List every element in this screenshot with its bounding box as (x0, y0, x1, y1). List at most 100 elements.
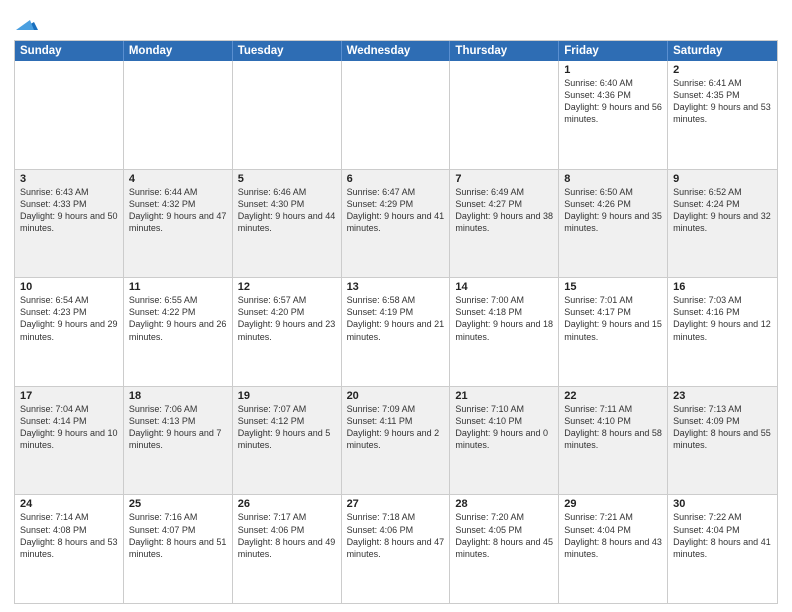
day-info: Sunrise: 6:50 AM Sunset: 4:26 PM Dayligh… (564, 186, 662, 235)
calendar-header-row: SundayMondayTuesdayWednesdayThursdayFrid… (15, 41, 777, 61)
day-cell-18: 18Sunrise: 7:06 AM Sunset: 4:13 PM Dayli… (124, 387, 233, 495)
day-cell-19: 19Sunrise: 7:07 AM Sunset: 4:12 PM Dayli… (233, 387, 342, 495)
day-cell-17: 17Sunrise: 7:04 AM Sunset: 4:14 PM Dayli… (15, 387, 124, 495)
weekday-header-sunday: Sunday (15, 41, 124, 61)
day-cell-22: 22Sunrise: 7:11 AM Sunset: 4:10 PM Dayli… (559, 387, 668, 495)
day-cell-13: 13Sunrise: 6:58 AM Sunset: 4:19 PM Dayli… (342, 278, 451, 386)
day-number: 8 (564, 173, 662, 185)
empty-cell-0-2 (233, 61, 342, 169)
day-number: 4 (129, 173, 227, 185)
day-number: 14 (455, 281, 553, 293)
day-number: 2 (673, 64, 772, 76)
calendar: SundayMondayTuesdayWednesdayThursdayFrid… (14, 40, 778, 604)
day-number: 25 (129, 498, 227, 510)
weekday-header-wednesday: Wednesday (342, 41, 451, 61)
calendar-row-3: 10Sunrise: 6:54 AM Sunset: 4:23 PM Dayli… (15, 278, 777, 387)
day-number: 21 (455, 390, 553, 402)
day-info: Sunrise: 6:52 AM Sunset: 4:24 PM Dayligh… (673, 186, 772, 235)
day-cell-20: 20Sunrise: 7:09 AM Sunset: 4:11 PM Dayli… (342, 387, 451, 495)
day-info: Sunrise: 7:07 AM Sunset: 4:12 PM Dayligh… (238, 403, 336, 452)
day-number: 6 (347, 173, 445, 185)
day-cell-25: 25Sunrise: 7:16 AM Sunset: 4:07 PM Dayli… (124, 495, 233, 603)
day-cell-21: 21Sunrise: 7:10 AM Sunset: 4:10 PM Dayli… (450, 387, 559, 495)
day-cell-16: 16Sunrise: 7:03 AM Sunset: 4:16 PM Dayli… (668, 278, 777, 386)
day-info: Sunrise: 7:13 AM Sunset: 4:09 PM Dayligh… (673, 403, 772, 452)
logo (14, 14, 38, 34)
day-info: Sunrise: 6:57 AM Sunset: 4:20 PM Dayligh… (238, 294, 336, 343)
day-info: Sunrise: 6:58 AM Sunset: 4:19 PM Dayligh… (347, 294, 445, 343)
day-number: 16 (673, 281, 772, 293)
day-cell-27: 27Sunrise: 7:18 AM Sunset: 4:06 PM Dayli… (342, 495, 451, 603)
day-number: 22 (564, 390, 662, 402)
day-number: 24 (20, 498, 118, 510)
day-number: 15 (564, 281, 662, 293)
day-cell-5: 5Sunrise: 6:46 AM Sunset: 4:30 PM Daylig… (233, 170, 342, 278)
day-info: Sunrise: 6:47 AM Sunset: 4:29 PM Dayligh… (347, 186, 445, 235)
day-cell-11: 11Sunrise: 6:55 AM Sunset: 4:22 PM Dayli… (124, 278, 233, 386)
day-info: Sunrise: 7:20 AM Sunset: 4:05 PM Dayligh… (455, 511, 553, 560)
empty-cell-0-0 (15, 61, 124, 169)
day-info: Sunrise: 7:04 AM Sunset: 4:14 PM Dayligh… (20, 403, 118, 452)
weekday-header-thursday: Thursday (450, 41, 559, 61)
day-cell-7: 7Sunrise: 6:49 AM Sunset: 4:27 PM Daylig… (450, 170, 559, 278)
day-info: Sunrise: 6:49 AM Sunset: 4:27 PM Dayligh… (455, 186, 553, 235)
day-cell-8: 8Sunrise: 6:50 AM Sunset: 4:26 PM Daylig… (559, 170, 668, 278)
calendar-row-2: 3Sunrise: 6:43 AM Sunset: 4:33 PM Daylig… (15, 170, 777, 279)
day-number: 11 (129, 281, 227, 293)
day-info: Sunrise: 6:40 AM Sunset: 4:36 PM Dayligh… (564, 77, 662, 126)
day-number: 9 (673, 173, 772, 185)
day-info: Sunrise: 7:21 AM Sunset: 4:04 PM Dayligh… (564, 511, 662, 560)
day-info: Sunrise: 7:22 AM Sunset: 4:04 PM Dayligh… (673, 511, 772, 560)
day-cell-24: 24Sunrise: 7:14 AM Sunset: 4:08 PM Dayli… (15, 495, 124, 603)
day-cell-15: 15Sunrise: 7:01 AM Sunset: 4:17 PM Dayli… (559, 278, 668, 386)
day-info: Sunrise: 6:41 AM Sunset: 4:35 PM Dayligh… (673, 77, 772, 126)
day-cell-1: 1Sunrise: 6:40 AM Sunset: 4:36 PM Daylig… (559, 61, 668, 169)
day-number: 7 (455, 173, 553, 185)
day-number: 5 (238, 173, 336, 185)
weekday-header-friday: Friday (559, 41, 668, 61)
day-number: 13 (347, 281, 445, 293)
day-cell-14: 14Sunrise: 7:00 AM Sunset: 4:18 PM Dayli… (450, 278, 559, 386)
day-cell-4: 4Sunrise: 6:44 AM Sunset: 4:32 PM Daylig… (124, 170, 233, 278)
day-cell-30: 30Sunrise: 7:22 AM Sunset: 4:04 PM Dayli… (668, 495, 777, 603)
day-info: Sunrise: 6:46 AM Sunset: 4:30 PM Dayligh… (238, 186, 336, 235)
day-info: Sunrise: 7:06 AM Sunset: 4:13 PM Dayligh… (129, 403, 227, 452)
day-number: 26 (238, 498, 336, 510)
day-info: Sunrise: 7:18 AM Sunset: 4:06 PM Dayligh… (347, 511, 445, 560)
day-info: Sunrise: 7:10 AM Sunset: 4:10 PM Dayligh… (455, 403, 553, 452)
day-cell-23: 23Sunrise: 7:13 AM Sunset: 4:09 PM Dayli… (668, 387, 777, 495)
empty-cell-0-4 (450, 61, 559, 169)
day-info: Sunrise: 6:43 AM Sunset: 4:33 PM Dayligh… (20, 186, 118, 235)
day-info: Sunrise: 7:11 AM Sunset: 4:10 PM Dayligh… (564, 403, 662, 452)
day-cell-10: 10Sunrise: 6:54 AM Sunset: 4:23 PM Dayli… (15, 278, 124, 386)
day-info: Sunrise: 7:17 AM Sunset: 4:06 PM Dayligh… (238, 511, 336, 560)
empty-cell-0-3 (342, 61, 451, 169)
day-number: 27 (347, 498, 445, 510)
day-number: 10 (20, 281, 118, 293)
calendar-body: 1Sunrise: 6:40 AM Sunset: 4:36 PM Daylig… (15, 61, 777, 603)
header (14, 10, 778, 34)
day-number: 23 (673, 390, 772, 402)
weekday-header-saturday: Saturday (668, 41, 777, 61)
day-info: Sunrise: 6:54 AM Sunset: 4:23 PM Dayligh… (20, 294, 118, 343)
calendar-row-5: 24Sunrise: 7:14 AM Sunset: 4:08 PM Dayli… (15, 495, 777, 603)
day-number: 3 (20, 173, 118, 185)
day-info: Sunrise: 7:01 AM Sunset: 4:17 PM Dayligh… (564, 294, 662, 343)
day-cell-9: 9Sunrise: 6:52 AM Sunset: 4:24 PM Daylig… (668, 170, 777, 278)
day-number: 29 (564, 498, 662, 510)
day-number: 12 (238, 281, 336, 293)
day-info: Sunrise: 7:00 AM Sunset: 4:18 PM Dayligh… (455, 294, 553, 343)
day-info: Sunrise: 6:55 AM Sunset: 4:22 PM Dayligh… (129, 294, 227, 343)
day-info: Sunrise: 6:44 AM Sunset: 4:32 PM Dayligh… (129, 186, 227, 235)
day-number: 19 (238, 390, 336, 402)
day-cell-2: 2Sunrise: 6:41 AM Sunset: 4:35 PM Daylig… (668, 61, 777, 169)
day-cell-6: 6Sunrise: 6:47 AM Sunset: 4:29 PM Daylig… (342, 170, 451, 278)
day-number: 28 (455, 498, 553, 510)
calendar-row-4: 17Sunrise: 7:04 AM Sunset: 4:14 PM Dayli… (15, 387, 777, 496)
day-cell-28: 28Sunrise: 7:20 AM Sunset: 4:05 PM Dayli… (450, 495, 559, 603)
day-number: 20 (347, 390, 445, 402)
day-cell-26: 26Sunrise: 7:17 AM Sunset: 4:06 PM Dayli… (233, 495, 342, 603)
day-info: Sunrise: 7:16 AM Sunset: 4:07 PM Dayligh… (129, 511, 227, 560)
day-info: Sunrise: 7:14 AM Sunset: 4:08 PM Dayligh… (20, 511, 118, 560)
day-info: Sunrise: 7:03 AM Sunset: 4:16 PM Dayligh… (673, 294, 772, 343)
